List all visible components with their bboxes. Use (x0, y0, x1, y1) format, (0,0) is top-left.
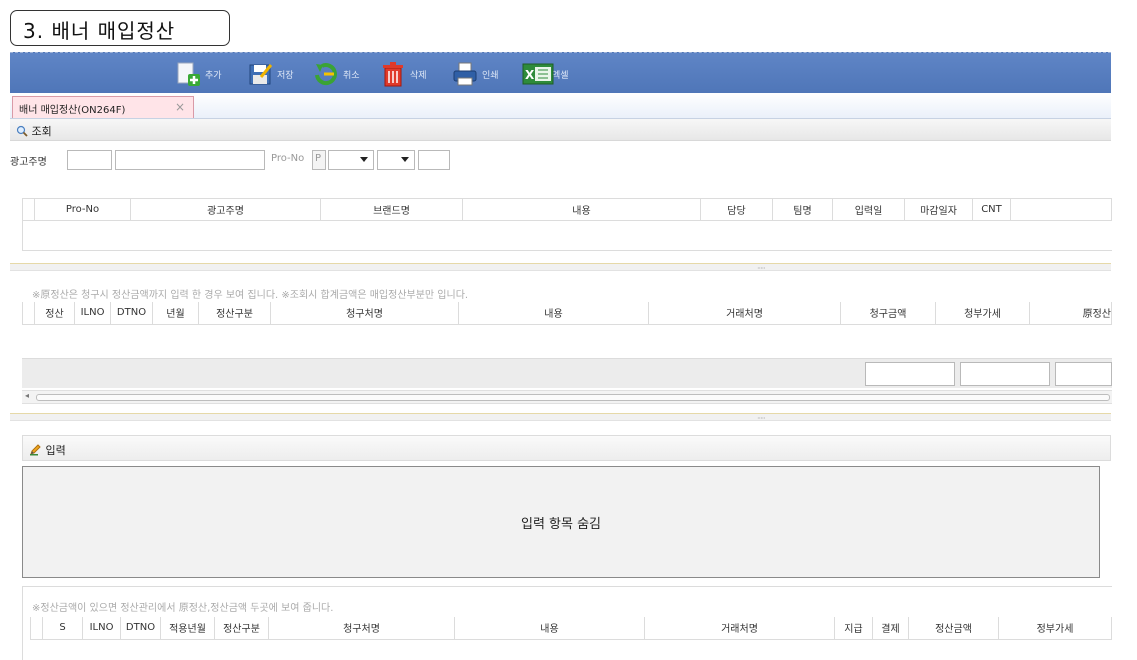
settlement-grid: 정산 ILNO DTNO 년월 정산구분 청구처명 내용 거래처명 청구금액 청… (22, 302, 1112, 325)
input-panel-title: 입력 (45, 444, 66, 457)
settlement-note: ※原정산은 청구시 정산금액까지 입력 한 경우 보여 집니다. ※조회시 합계… (32, 290, 469, 301)
column-header[interactable]: S (42, 617, 83, 640)
splitter-bottom[interactable]: ····· (10, 413, 1111, 423)
save-button[interactable]: 저장 (247, 59, 294, 89)
column-header[interactable]: 거래처명 (648, 302, 841, 325)
sum-claim-amount (865, 362, 955, 386)
empty-row (22, 220, 1112, 251)
column-header[interactable]: 청구금액 (840, 302, 936, 325)
delete-button[interactable]: 삭제 (380, 59, 427, 89)
tab-strip: 배너 매입정산(ON264F) × (10, 93, 1111, 119)
chevron-down-icon (401, 157, 409, 162)
column-header[interactable]: 정산구분 (198, 302, 271, 325)
excel-button[interactable]: X 엑셀 (522, 59, 569, 89)
horizontal-scrollbar[interactable]: ◂ (22, 390, 1112, 404)
column-header[interactable]: 정산금액 (908, 617, 999, 640)
advertiser-code-input[interactable] (67, 150, 112, 170)
column-header[interactable]: DTNO (120, 617, 161, 640)
pencil-icon (29, 443, 42, 459)
settlement-amount-note: ※정산금액이 있으면 정산관리에서 原정산,정산금액 두곳에 보여 줍니다. (32, 603, 334, 614)
grid-header-row: 정산 ILNO DTNO 년월 정산구분 청구처명 내용 거래처명 청구금액 청… (22, 302, 1112, 325)
column-header[interactable]: 原정산 (1029, 302, 1112, 325)
column-header[interactable]: 청구처명 (270, 302, 459, 325)
summary-row (22, 358, 1112, 388)
column-header[interactable]: 브랜드명 (320, 198, 463, 221)
print-label: 인쇄 (482, 70, 499, 81)
column-header[interactable]: CNT (972, 198, 1011, 221)
svg-text:X: X (525, 68, 535, 82)
trash-icon (380, 61, 406, 87)
column-header[interactable]: DTNO (110, 302, 153, 325)
search-panel-header: 조회 (10, 119, 1111, 141)
row-header-cell (22, 302, 35, 325)
row-header-cell (30, 617, 43, 640)
add-button[interactable]: 추가 (175, 59, 222, 89)
save-label: 저장 (277, 70, 294, 81)
cancel-label: 취소 (343, 70, 360, 81)
column-header[interactable]: ILNO (82, 617, 121, 640)
column-header[interactable]: 청구처명 (268, 617, 455, 640)
project-grid: Pro-No 광고주명 브랜드명 내용 담당 팀명 입력일 마감일자 CNT (22, 198, 1112, 251)
column-header[interactable]: 정산구분 (214, 617, 269, 640)
grid-header-row: Pro-No 광고주명 브랜드명 내용 담당 팀명 입력일 마감일자 CNT (22, 198, 1112, 221)
advertiser-label: 광고주명 (10, 157, 47, 168)
detail-grid: S ILNO DTNO 적용년월 정산구분 청구처명 내용 거래처명 지급 결제… (30, 617, 1112, 640)
chevron-down-icon (360, 157, 368, 162)
column-header[interactable]: 지급 (834, 617, 873, 640)
add-label: 추가 (205, 70, 222, 81)
add-icon (175, 61, 201, 87)
splitter-top[interactable]: ····· (10, 263, 1111, 273)
search-row: 광고주명 Pro-No P (10, 143, 1111, 179)
column-header[interactable]: 적용년월 (160, 617, 215, 640)
column-header[interactable]: 담당 (700, 198, 773, 221)
column-header[interactable]: 년월 (152, 302, 199, 325)
tab-label: 배너 매입정산(ON264F) (19, 105, 126, 116)
section-title: 3. 배너 매입정산 (10, 10, 230, 46)
print-button[interactable]: 인쇄 (452, 59, 499, 89)
column-header[interactable]: Pro-No (34, 198, 131, 221)
pro-no-year-select[interactable] (328, 150, 374, 170)
column-header[interactable]: 입력일 (832, 198, 905, 221)
grid-header-row: S ILNO DTNO 적용년월 정산구분 청구처명 내용 거래처명 지급 결제… (30, 617, 1112, 640)
toolbar: 추가 저장 취소 삭제 인쇄 X 엑셀 (10, 52, 1111, 93)
column-header[interactable]: 정부가세 (998, 617, 1112, 640)
column-header[interactable]: ILNO (74, 302, 111, 325)
column-header[interactable]: 마감일자 (904, 198, 973, 221)
advertiser-name-input[interactable] (115, 150, 265, 170)
sum-claim-vat (960, 362, 1050, 386)
close-icon[interactable]: × (175, 100, 185, 114)
excel-icon: X (522, 61, 554, 87)
pro-no-number-input[interactable] (418, 150, 450, 170)
scrollbar-thumb[interactable] (36, 394, 1110, 401)
printer-icon (452, 61, 478, 87)
scroll-left-icon[interactable]: ◂ (25, 391, 29, 400)
column-header[interactable]: 팀명 (772, 198, 833, 221)
column-header[interactable]: 내용 (462, 198, 701, 221)
column-header[interactable]: 결제 (872, 617, 909, 640)
magnifier-icon (16, 125, 28, 140)
search-panel-title: 조회 (31, 125, 52, 138)
column-header[interactable]: 광고주명 (130, 198, 321, 221)
save-icon (247, 61, 273, 87)
row-header-cell (22, 198, 35, 221)
pro-no-label: Pro-No (271, 153, 305, 164)
column-header[interactable]: 내용 (458, 302, 649, 325)
delete-label: 삭제 (410, 70, 427, 81)
excel-label: 엑셀 (552, 70, 569, 81)
tab-banner-purchase[interactable]: 배너 매입정산(ON264F) × (12, 96, 194, 118)
pro-no-month-select[interactable] (377, 150, 415, 170)
pro-no-prefix: P (312, 150, 326, 170)
input-panel-header: 입력 (22, 435, 1111, 461)
column-header[interactable]: 내용 (454, 617, 645, 640)
sum-original-settlement (1055, 362, 1112, 386)
cancel-button[interactable]: 취소 (313, 59, 360, 89)
column-header[interactable]: 거래처명 (644, 617, 835, 640)
column-header-filler (1010, 198, 1112, 221)
column-header[interactable]: 정산 (34, 302, 75, 325)
column-header[interactable]: 청부가세 (935, 302, 1030, 325)
cancel-icon (313, 61, 339, 87)
hidden-input-area: 입력 항목 숨김 (22, 466, 1100, 578)
